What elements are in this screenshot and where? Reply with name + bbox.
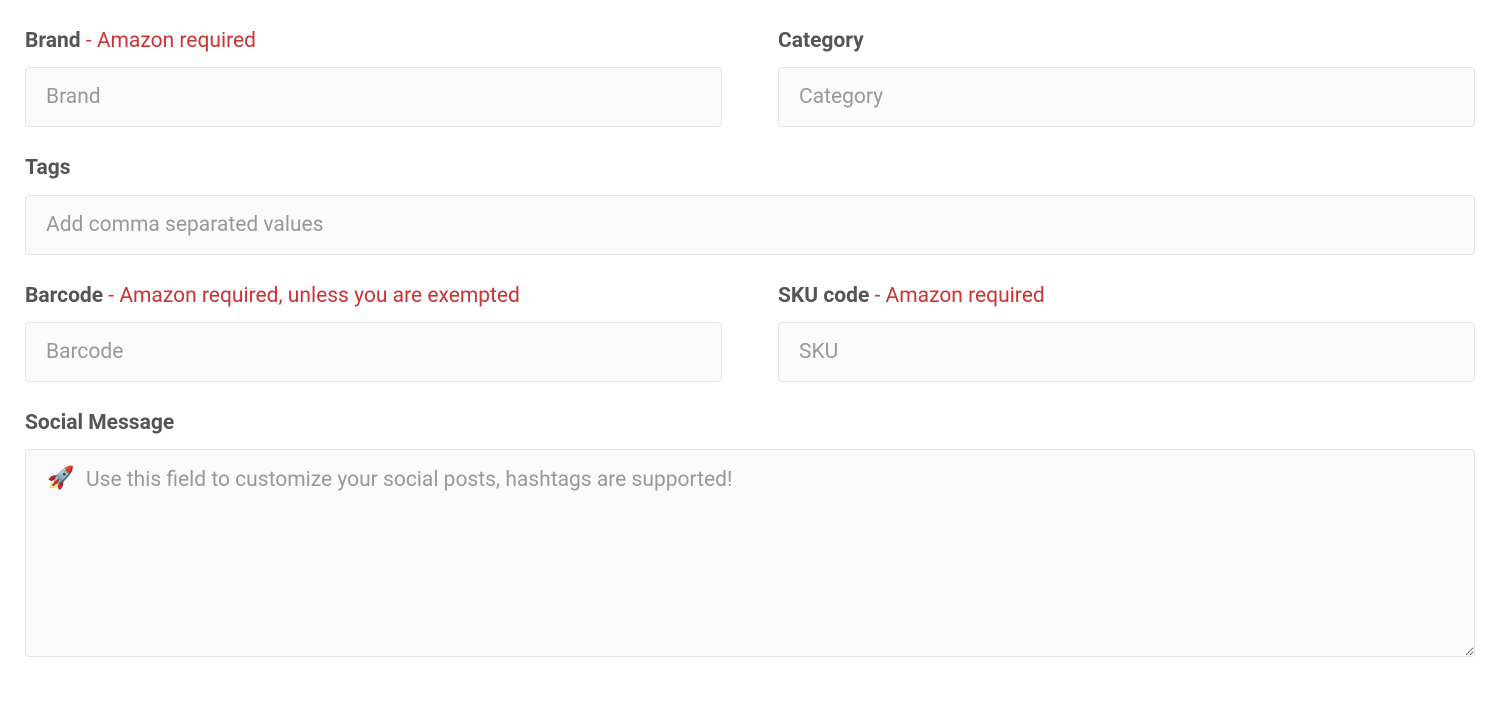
sku-input[interactable] [778,322,1475,382]
category-input[interactable] [778,67,1475,127]
brand-label-line: Brand - Amazon required [25,28,722,55]
barcode-label: Barcode [25,284,103,308]
barcode-label-line: Barcode - Amazon required, unless you ar… [25,283,722,310]
category-label-line: Category [778,28,1475,55]
barcode-hint: - Amazon required, unless you are exempt… [103,284,520,308]
social-label-line: Social Message [25,410,1475,437]
tags-label-line: Tags [25,155,1475,182]
barcode-group: Barcode - Amazon required, unless you ar… [25,283,722,382]
tags-label: Tags [25,156,71,180]
sku-label: SKU code [778,284,869,308]
social-label: Social Message [25,411,174,435]
barcode-input[interactable] [25,322,722,382]
social-group: Social Message 🚀 [25,410,1475,661]
brand-label: Brand [25,29,81,53]
sku-hint: - Amazon required [869,284,1044,308]
sku-label-line: SKU code - Amazon required [778,283,1475,310]
brand-input[interactable] [25,67,722,127]
tags-group: Tags [25,155,1475,254]
social-message-input[interactable] [25,449,1475,657]
brand-group: Brand - Amazon required [25,28,722,127]
sku-group: SKU code - Amazon required [778,283,1475,382]
tags-input[interactable] [25,195,1475,255]
brand-hint: - Amazon required [81,29,256,53]
category-label: Category [778,29,864,53]
category-group: Category [778,28,1475,127]
